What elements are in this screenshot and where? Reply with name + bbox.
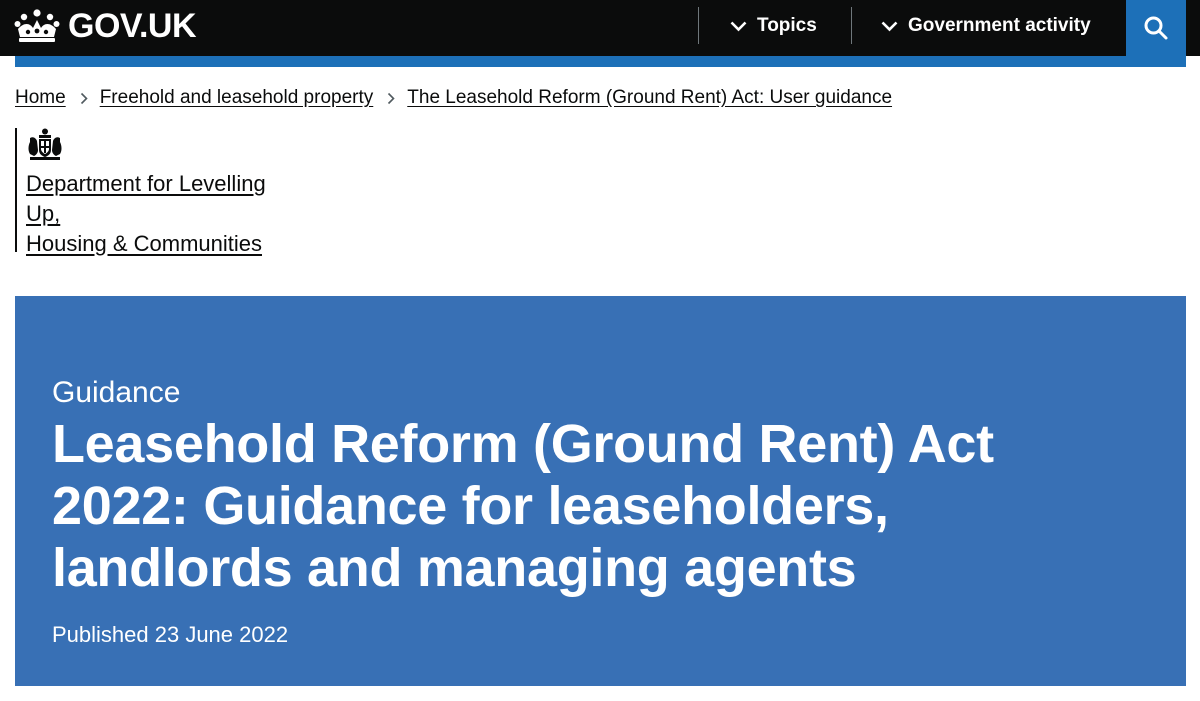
breadcrumb: Home Freehold and leasehold property The… — [15, 87, 892, 109]
published-date: Published 23 June 2022 — [52, 622, 289, 647]
header-blue-stripe — [15, 56, 1186, 67]
organisation-name-line: Up, — [26, 201, 61, 226]
topics-menu-button[interactable]: Topics — [730, 0, 817, 52]
chevron-down-icon — [730, 21, 747, 31]
royal-coat-of-arms-icon — [28, 128, 62, 160]
page-hero: Guidance Leasehold Reform (Ground Rent) … — [15, 296, 1186, 686]
breadcrumb-home-link[interactable]: Home — [15, 87, 66, 109]
crown-icon — [14, 9, 60, 42]
chevron-right-icon — [80, 92, 88, 105]
govuk-logo-link[interactable]: GOV.UK — [14, 6, 197, 46]
organisation-name-line: Housing & Communities — [26, 231, 262, 256]
chevron-down-icon — [881, 21, 898, 31]
search-button[interactable] — [1126, 0, 1186, 56]
logo-text: GOV.UK — [68, 6, 197, 45]
organisation-logo: Department for Levelling Up, Housing & C… — [15, 128, 286, 256]
organisation-link[interactable]: Department for Levelling Up, Housing & C… — [26, 169, 286, 259]
site-header: GOV.UK Topics Government activity — [0, 0, 1200, 56]
document-type-label: Guidance — [52, 376, 181, 409]
topics-label: Topics — [757, 15, 817, 36]
page-title: Leasehold Reform (Ground Rent) Act 2022:… — [52, 414, 994, 598]
search-icon — [1144, 16, 1168, 40]
header-divider — [698, 7, 699, 44]
organisation-name-line: Department for Levelling — [26, 171, 266, 196]
government-activity-label: Government activity — [908, 15, 1091, 36]
breadcrumb-user-guidance-link[interactable]: The Leasehold Reform (Ground Rent) Act: … — [407, 87, 892, 109]
government-activity-menu-button[interactable]: Government activity — [881, 0, 1091, 52]
breadcrumb-freehold-link[interactable]: Freehold and leasehold property — [100, 87, 374, 109]
chevron-right-icon — [387, 92, 395, 105]
header-divider — [851, 7, 852, 44]
